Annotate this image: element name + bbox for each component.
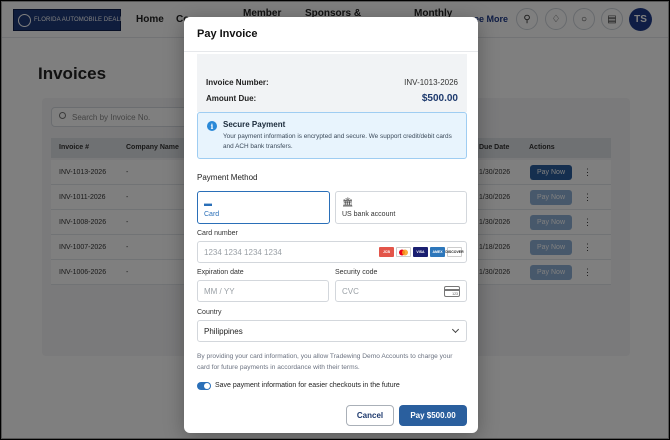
save-payment-label: Save payment information for easier chec… xyxy=(215,382,400,389)
chevron-down-icon xyxy=(451,325,460,334)
app-window: FLORIDA AUTOMOBILE DEALERS ASSOCIATION H… xyxy=(1,1,669,439)
jcb-icon: JCB xyxy=(379,247,394,257)
country-value: Philippines xyxy=(204,327,243,336)
secure-title: Secure Payment xyxy=(223,120,286,129)
invoice-number-label: Invoice Number: xyxy=(206,78,269,87)
amount-due-value: $500.00 xyxy=(421,93,458,104)
card-number-placeholder: 1234 1234 1234 1234 xyxy=(204,248,282,257)
card-brands: JCB VISA AMEX DISCOVER xyxy=(379,247,464,257)
secure-text: Your payment information is encrypted an… xyxy=(223,133,452,150)
consent-text: By providing your card information, you … xyxy=(197,353,453,371)
mastercard-icon xyxy=(396,247,411,257)
secure-payment-notice: i Secure Payment Your payment informatio… xyxy=(197,112,467,159)
pay-button[interactable]: Pay $500.00 xyxy=(399,405,467,426)
card-number-label: Card number xyxy=(197,230,238,237)
expiration-input[interactable]: MM / YY xyxy=(197,280,329,302)
security-code-label: Security code xyxy=(335,269,378,276)
pay-invoice-modal: Pay Invoice Invoice Number: INV-1013-202… xyxy=(184,17,478,433)
payment-method-label: Payment Method xyxy=(197,173,258,182)
cvc-card-icon: 123 xyxy=(444,286,460,297)
country-select[interactable]: Philippines xyxy=(197,320,467,342)
method-card-label: Card xyxy=(204,211,220,218)
discover-icon: DISCOVER xyxy=(445,247,464,257)
invoice-summary: Invoice Number: INV-1013-2026 Amount Due… xyxy=(197,54,467,112)
visa-icon: VISA xyxy=(413,247,428,257)
expiration-label: Expiration date xyxy=(197,269,244,276)
modal-title: Pay Invoice xyxy=(197,28,258,40)
card-number-input[interactable]: 1234 1234 1234 1234 JCB VISA AMEX DISCOV… xyxy=(197,241,467,263)
bank-icon: 🏛 xyxy=(342,197,354,207)
method-bank-label: US bank account xyxy=(342,211,396,218)
security-code-placeholder: CVC xyxy=(342,287,359,296)
method-bank-option[interactable]: 🏛 US bank account xyxy=(335,191,467,224)
save-payment-toggle[interactable] xyxy=(197,382,211,390)
amount-due-label: Amount Due: xyxy=(206,94,257,103)
info-icon: i xyxy=(207,121,217,131)
country-label: Country xyxy=(197,309,222,316)
cvc-icon-text: 123 xyxy=(452,292,458,296)
amex-icon: AMEX xyxy=(430,247,445,257)
expiration-placeholder: MM / YY xyxy=(204,287,235,296)
divider xyxy=(184,51,478,52)
security-code-input[interactable]: CVC 123 xyxy=(335,280,467,302)
invoice-number-value: INV-1013-2026 xyxy=(404,78,458,87)
method-card-option[interactable]: ▬ Card xyxy=(197,191,330,224)
cancel-button[interactable]: Cancel xyxy=(346,405,394,426)
credit-card-icon: ▬ xyxy=(204,199,212,208)
